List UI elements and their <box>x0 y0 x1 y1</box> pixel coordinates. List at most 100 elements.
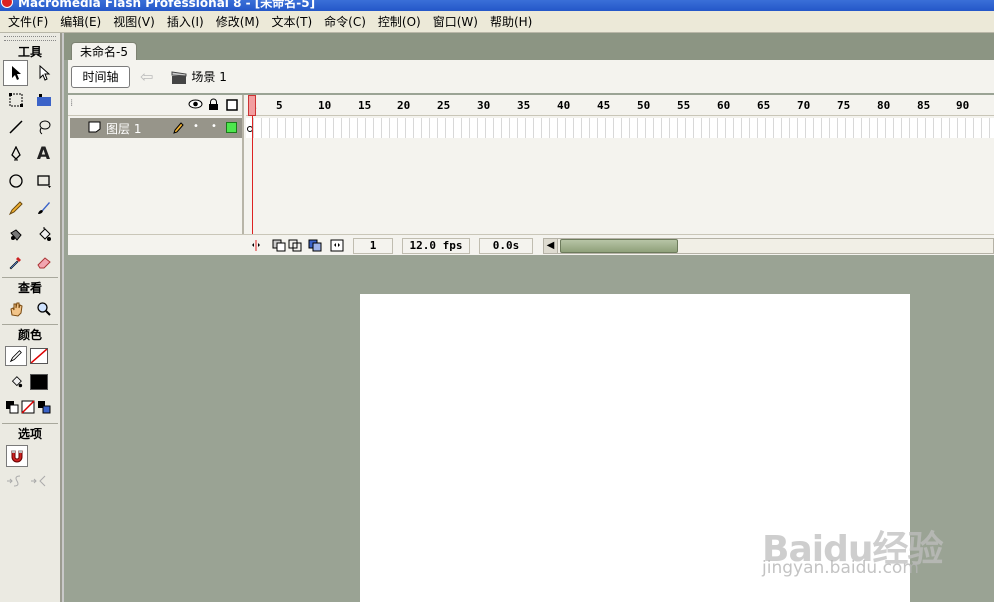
hand-tool-icon[interactable] <box>3 296 28 322</box>
color-section-title: 颜色 <box>17 328 42 342</box>
menu-text[interactable]: 文本(T) <box>265 13 318 30</box>
stroke-none-swatch[interactable] <box>30 348 48 364</box>
elapsed-time-field: 0.0s <box>479 238 533 254</box>
smooth-option-icon[interactable] <box>6 474 24 492</box>
ruler-label: 50 <box>637 99 651 112</box>
lasso-tool-icon[interactable] <box>31 114 56 140</box>
menu-help[interactable]: 帮助(H) <box>484 13 538 30</box>
scene-label[interactable]: 场景 1 <box>191 68 226 85</box>
fill-color-icon[interactable] <box>5 372 27 392</box>
edit-bar: 时间轴 ⇦ 场景 1 <box>68 60 994 93</box>
layer-lock-dot[interactable]: • <box>211 121 217 132</box>
playhead[interactable] <box>248 95 256 116</box>
layer-edit-pencil-icon[interactable] <box>172 121 184 137</box>
frame-row[interactable] <box>246 118 994 138</box>
ruler-label: 85 <box>917 99 931 112</box>
ruler-label: 25 <box>437 99 451 112</box>
ruler-label: 80 <box>877 99 891 112</box>
line-tool-icon[interactable] <box>3 114 28 140</box>
snap-magnet-icon[interactable] <box>6 445 28 467</box>
eraser-tool-icon[interactable] <box>31 249 56 275</box>
brush-tool-icon[interactable] <box>31 195 56 221</box>
frame-ruler[interactable]: 1 5 10 15 20 25 30 35 40 45 50 55 60 65 … <box>246 95 994 116</box>
ink-bottle-tool-icon[interactable] <box>3 222 28 248</box>
menu-modify[interactable]: 修改(M) <box>210 13 266 30</box>
text-tool-icon[interactable]: A <box>31 141 56 167</box>
frames-panel: 1 5 10 15 20 25 30 35 40 45 50 55 60 65 … <box>246 95 994 255</box>
back-arrow-icon[interactable]: ⇦ <box>140 67 153 86</box>
scene-icon <box>171 70 187 84</box>
outline-icon[interactable] <box>226 99 238 114</box>
no-color-icon[interactable] <box>21 399 35 417</box>
onion-skin-icon[interactable] <box>272 239 286 255</box>
layer-name[interactable]: 图层 1 <box>106 120 141 137</box>
menu-insert[interactable]: 插入(I) <box>161 13 210 30</box>
ruler-label: 60 <box>717 99 731 112</box>
ruler-label: 45 <box>597 99 611 112</box>
straighten-option-icon[interactable] <box>30 474 48 492</box>
edit-multiple-frames-icon[interactable] <box>308 239 322 255</box>
window-title: Macromedia Flash Professional 8 - [未命名-5… <box>18 0 316 10</box>
playhead-line <box>252 116 253 234</box>
view-section-title: 查看 <box>17 281 42 295</box>
menu-bar: 文件(F) 编辑(E) 视图(V) 插入(I) 修改(M) 文本(T) 命令(C… <box>0 11 994 33</box>
tools-panel: 工具 A 查看 颜色 选项 <box>0 33 62 602</box>
swap-colors-icon[interactable] <box>37 400 51 417</box>
timeline-panel: ⁞ 图层 1 • • 5 10 15 20 25 30 35 40 45 50 … <box>68 95 994 255</box>
frame-rate-field[interactable]: 12.0 fps <box>402 238 470 254</box>
timeline-status-bar: 1 12.0 fps 0.0s ◀ <box>68 234 994 255</box>
eye-icon[interactable] <box>188 98 203 113</box>
scroll-left-icon[interactable]: ◀ <box>544 239 558 253</box>
options-section-title: 选项 <box>17 427 42 441</box>
pen-tool-icon[interactable] <box>3 141 28 167</box>
scroll-thumb[interactable] <box>560 239 678 253</box>
current-frame-field: 1 <box>353 238 393 254</box>
menu-commands[interactable]: 命令(C) <box>318 13 372 30</box>
subselection-tool-icon[interactable] <box>31 60 56 86</box>
timeline-toggle-button[interactable]: 时间轴 <box>71 65 130 88</box>
menu-view[interactable]: 视图(V) <box>107 13 161 30</box>
paint-bucket-tool-icon[interactable] <box>31 222 56 248</box>
timeline-scrollbar[interactable]: ◀ <box>543 238 994 254</box>
ruler-label: 20 <box>397 99 411 112</box>
free-transform-tool-icon[interactable] <box>3 87 28 113</box>
center-frame-icon[interactable] <box>250 239 262 255</box>
layers-header: ⁞ <box>68 95 242 116</box>
stroke-color-icon[interactable] <box>5 346 27 366</box>
ruler-label: 55 <box>677 99 691 112</box>
zoom-tool-icon[interactable] <box>31 296 56 322</box>
layer-type-icon <box>88 121 101 136</box>
menu-control[interactable]: 控制(O) <box>372 13 427 30</box>
modify-onion-markers-icon[interactable] <box>330 239 344 255</box>
ruler-label: 70 <box>797 99 811 112</box>
flash-logo-icon <box>1 0 13 8</box>
oval-tool-icon[interactable] <box>3 168 28 194</box>
eyedropper-tool-icon[interactable] <box>3 249 28 275</box>
ruler-label: 90 <box>956 99 970 112</box>
layer-outline-color[interactable] <box>226 122 237 133</box>
ruler-label: 30 <box>477 99 491 112</box>
pencil-tool-icon[interactable] <box>3 195 28 221</box>
ruler-label: 5 <box>276 99 283 112</box>
lock-icon[interactable] <box>208 98 219 114</box>
selection-tool-icon[interactable] <box>3 60 28 86</box>
document-tab[interactable]: 未命名-5 <box>71 42 137 62</box>
menu-file[interactable]: 文件(F) <box>2 13 54 30</box>
menu-edit[interactable]: 编辑(E) <box>54 13 107 30</box>
window-title-bar: Macromedia Flash Professional 8 - [未命名-5… <box>0 0 994 11</box>
layer-visible-dot[interactable]: • <box>193 121 199 132</box>
fill-color-swatch[interactable] <box>30 374 48 390</box>
rectangle-tool-icon[interactable] <box>31 168 56 194</box>
ruler-label: 10 <box>318 99 332 112</box>
onion-skin-outlines-icon[interactable] <box>288 239 302 255</box>
ruler-label: 15 <box>358 99 372 112</box>
panel-grip[interactable] <box>4 36 56 41</box>
layer-row[interactable]: 图层 1 • • <box>70 118 242 138</box>
menu-window[interactable]: 窗口(W) <box>427 13 484 30</box>
gradient-transform-tool-icon[interactable] <box>31 87 56 113</box>
tools-title: 工具 <box>17 45 42 59</box>
ruler-label: 35 <box>517 99 531 112</box>
timeline-grip-icon[interactable]: ⁞ <box>70 98 73 109</box>
ruler-label: 40 <box>557 99 571 112</box>
black-white-icon[interactable] <box>5 400 19 417</box>
